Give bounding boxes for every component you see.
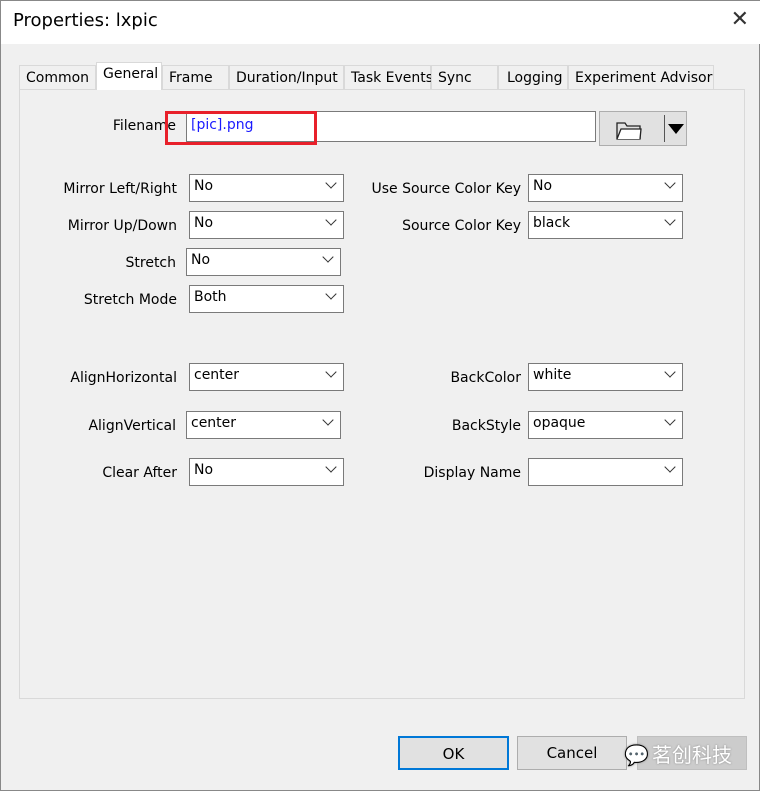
chevron-down-icon <box>325 214 337 226</box>
wechat-icon: 💬 <box>624 743 649 767</box>
back-style-value: opaque <box>533 415 586 431</box>
watermark: 💬 茗创科技 <box>624 739 732 768</box>
align-horizontal-value: center <box>194 367 240 383</box>
stretch-mode-label: Stretch Mode <box>83 292 177 308</box>
chevron-down-icon <box>664 177 676 189</box>
back-color-select[interactable]: white <box>528 363 683 391</box>
use-source-color-key-value: No <box>533 178 553 194</box>
tab-experiment-advisor[interactable]: Experiment Advisor <box>568 65 714 90</box>
chevron-down-icon <box>322 414 334 426</box>
chevron-down-icon <box>325 177 337 189</box>
mirror-ud-select[interactable]: No <box>189 211 344 239</box>
tab-task-events[interactable]: Task Events <box>344 65 433 90</box>
mirror-ud-value: No <box>194 215 214 231</box>
tab-general[interactable]: General <box>96 62 162 90</box>
source-color-key-select[interactable]: black <box>528 211 683 239</box>
align-vertical-value: center <box>191 415 237 431</box>
stretch-mode-select[interactable]: Both <box>189 285 344 313</box>
align-vertical-label: AlignVertical <box>88 418 176 434</box>
back-color-label: BackColor <box>450 370 521 386</box>
tab-frame[interactable]: Frame <box>162 65 229 90</box>
browse-button[interactable] <box>599 111 687 146</box>
chevron-down-icon <box>325 288 337 300</box>
align-horizontal-label: AlignHorizontal <box>70 370 177 386</box>
display-name-select[interactable] <box>528 458 683 486</box>
mirror-ud-label: Mirror Up/Down <box>67 218 177 234</box>
tab-sync[interactable]: Sync <box>431 65 498 90</box>
source-color-key-value: black <box>533 215 571 231</box>
close-icon[interactable]: ✕ <box>731 7 749 32</box>
title-bar: Properties: lxpic ✕ <box>1 1 760 44</box>
chevron-down-icon <box>664 366 676 378</box>
tab-duration-input[interactable]: Duration/Input <box>229 65 344 90</box>
mirror-lr-label: Mirror Left/Right <box>63 181 177 197</box>
chevron-down-icon <box>322 251 334 263</box>
clear-after-label: Clear After <box>102 465 177 481</box>
watermark-text: 茗创科技 <box>652 743 732 767</box>
mirror-lr-value: No <box>194 178 214 194</box>
mirror-lr-select[interactable]: No <box>189 174 344 202</box>
back-style-select[interactable]: opaque <box>528 411 683 439</box>
align-vertical-select[interactable]: center <box>186 411 341 439</box>
back-color-value: white <box>533 367 572 383</box>
chevron-down-icon <box>664 461 676 473</box>
ok-button[interactable]: OK <box>398 736 509 770</box>
use-source-color-key-label: Use Source Color Key <box>371 181 521 197</box>
clear-after-select[interactable]: No <box>189 458 344 486</box>
use-source-color-key-select[interactable]: No <box>528 174 683 202</box>
folder-icon <box>616 122 642 140</box>
display-name-label: Display Name <box>423 465 521 481</box>
cancel-button[interactable]: Cancel <box>517 736 627 770</box>
dropdown-arrow-icon[interactable] <box>668 124 684 134</box>
window-title: Properties: lxpic <box>13 10 158 31</box>
tab-common[interactable]: Common <box>19 65 96 90</box>
chevron-down-icon <box>325 366 337 378</box>
back-style-label: BackStyle <box>451 418 521 434</box>
highlight-box <box>165 111 317 145</box>
chevron-down-icon <box>325 461 337 473</box>
chevron-down-icon <box>664 414 676 426</box>
tab-logging[interactable]: Logging <box>498 65 568 90</box>
stretch-select[interactable]: No <box>186 248 341 276</box>
chevron-down-icon <box>664 214 676 226</box>
stretch-value: No <box>191 252 211 268</box>
stretch-mode-value: Both <box>194 289 227 305</box>
stretch-label: Stretch <box>125 255 177 271</box>
clear-after-value: No <box>194 462 214 478</box>
align-horizontal-select[interactable]: center <box>189 363 344 391</box>
source-color-key-label: Source Color Key <box>402 218 521 234</box>
